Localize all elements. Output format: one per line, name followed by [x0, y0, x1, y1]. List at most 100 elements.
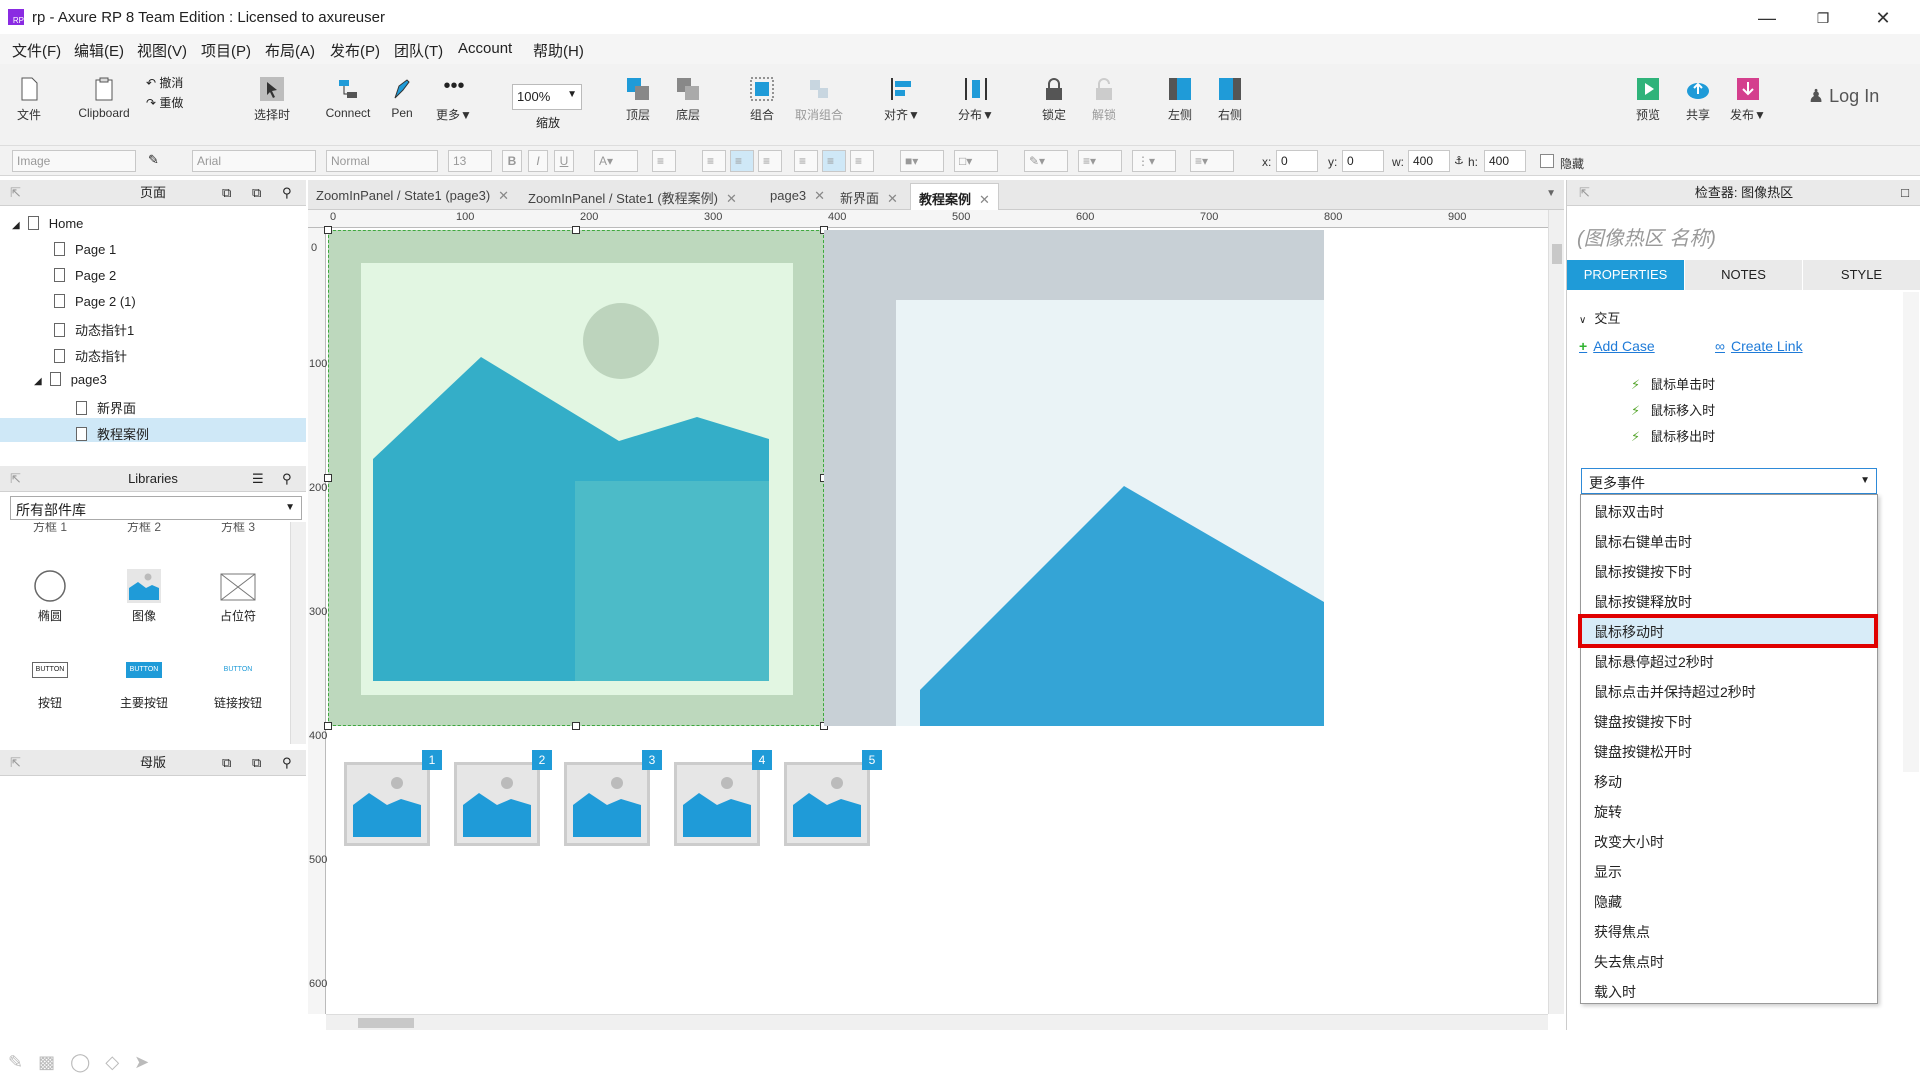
group-button[interactable]: 组合 [732, 72, 792, 142]
lasso-icon[interactable]: ◯ [70, 1052, 90, 1072]
add-case-link[interactable]: + Add Case [1579, 338, 1655, 354]
resize-handle[interactable] [324, 722, 332, 730]
dropdown-item-resize[interactable]: 改变大小时 [1594, 832, 1664, 852]
menu-project[interactable]: 项目(P) [201, 40, 251, 61]
x-input[interactable]: 0 [1276, 150, 1318, 172]
add-page-icon[interactable]: ⧉ [222, 180, 231, 206]
thumbnail-1[interactable] [344, 762, 430, 846]
event-on-mouse-out[interactable]: ⚡ 鼠标移出时 [1631, 426, 1715, 445]
tree-item-page2[interactable]: Page 2 [54, 268, 116, 283]
dropdown-item-mouse-move[interactable]: 鼠标移动时 [1594, 622, 1664, 642]
thumbnail-2[interactable] [454, 762, 540, 846]
search-icon[interactable]: ⚲ [282, 466, 292, 492]
tab-list-chevron-icon[interactable]: ▼ [1546, 188, 1556, 199]
align-left-button[interactable]: ≡ [702, 150, 726, 172]
menu-file[interactable]: 文件(F) [12, 40, 61, 61]
menu-account[interactable]: Account [458, 40, 512, 57]
tab-zoompanel-page3[interactable]: ZoomInPanel / State1 (page3) ✕ [308, 183, 517, 210]
tree-item-tutorial[interactable]: 教程案例 [76, 424, 149, 443]
tree-item-page3[interactable]: ◢ page3 [34, 372, 107, 387]
valign-middle-button[interactable]: ≡ [822, 150, 846, 172]
dropdown-item-key-down[interactable]: 键盘按键按下时 [1594, 712, 1692, 732]
connect-tool[interactable]: Connect [318, 72, 378, 142]
dropdown-item-right-click[interactable]: 鼠标右键单击时 [1594, 532, 1692, 552]
hidden-checkbox[interactable] [1540, 154, 1554, 168]
minimize-button[interactable]: — [1744, 6, 1790, 30]
resize-handle[interactable] [572, 226, 580, 234]
tree-item-new-page[interactable]: 新界面 [76, 398, 136, 417]
dropdown-item-mouse-down[interactable]: 鼠标按键按下时 [1594, 562, 1692, 582]
dropdown-item-focus[interactable]: 获得焦点 [1594, 922, 1650, 942]
more-tool[interactable]: ••• 更多▼ [424, 72, 484, 142]
expand-arrow-icon[interactable]: ◢ [12, 220, 20, 231]
add-folder-icon[interactable]: ⧉ [252, 750, 261, 776]
inspector-scrollbar[interactable] [1903, 292, 1919, 772]
font-weight-select[interactable]: Normal [326, 150, 438, 172]
tab-page3[interactable]: page3 ✕ [762, 183, 833, 210]
more-events-select[interactable]: 更多事件 ▼ [1581, 468, 1877, 494]
library-select[interactable]: 所有部件库 ▼ [10, 496, 302, 520]
dropdown-item-long-press[interactable]: 鼠标点击并保持超过2秒时 [1594, 682, 1756, 702]
valign-bottom-button[interactable]: ≡ [850, 150, 874, 172]
widget-name-field[interactable]: (图像热区 名称) [1577, 222, 1716, 251]
share-button[interactable]: 共享 [1670, 72, 1726, 142]
dropdown-item-hover-2s[interactable]: 鼠标悬停超过2秒时 [1594, 652, 1714, 672]
close-tab-icon[interactable]: ✕ [726, 191, 737, 206]
menu-layout[interactable]: 布局(A) [265, 40, 315, 61]
right-panel-toggle[interactable]: 右侧 [1200, 72, 1260, 142]
undo-button[interactable]: ↶ 撤消 [146, 74, 183, 91]
ungroup-button[interactable]: 取消组合 [786, 72, 852, 142]
tab-tutorial[interactable]: 教程案例 ✕ [910, 183, 999, 210]
shadow-button[interactable]: □▾ [954, 150, 998, 172]
pencil-icon[interactable]: ✎ [8, 1052, 23, 1072]
valign-top-button[interactable]: ≡ [794, 150, 818, 172]
note-icon[interactable]: ▩ [38, 1052, 55, 1072]
font-color-button[interactable]: A▾ [594, 150, 638, 172]
close-button[interactable]: ✕ [1860, 6, 1906, 30]
menu-icon[interactable]: ☰ [252, 466, 264, 492]
widget-ellipse[interactable]: 椭圆 [10, 568, 90, 624]
restore-button[interactable]: ❐ [1800, 6, 1846, 30]
underline-button[interactable]: U [554, 150, 574, 172]
resize-handle[interactable] [324, 226, 332, 234]
search-icon[interactable]: ⚲ [282, 750, 292, 776]
design-canvas[interactable]: 0 100 200 300 400 500 600 700 800 900 0 … [308, 210, 1564, 1030]
font-size-select[interactable]: 13 [448, 150, 492, 172]
style-select[interactable]: Image [12, 150, 136, 172]
scroll-thumb[interactable] [358, 1018, 414, 1028]
canvas-horizontal-scrollbar[interactable] [326, 1014, 1548, 1030]
arrow-style-button[interactable]: ≡▾ [1190, 150, 1234, 172]
dropdown-item-rotate[interactable]: 旋转 [1594, 802, 1622, 822]
h-input[interactable]: 400 [1484, 150, 1526, 172]
clipboard-tool[interactable]: Clipboard [72, 72, 136, 142]
line-color-button[interactable]: ✎▾ [1024, 150, 1068, 172]
tag-icon[interactable]: ◇ [105, 1052, 119, 1072]
align-center-button[interactable]: ≡ [730, 150, 754, 172]
tree-item-page1[interactable]: Page 1 [54, 242, 116, 257]
search-icon[interactable]: ⚲ [282, 180, 292, 206]
align-button[interactable]: 对齐▼ [872, 72, 932, 142]
dropdown-item-blur[interactable]: 失去焦点时 [1594, 952, 1664, 972]
dropdown-item-double-click[interactable]: 鼠标双击时 [1594, 502, 1664, 522]
login-button[interactable]: ♟ Log In [1808, 86, 1879, 107]
dropdown-item-mouse-up[interactable]: 鼠标按键释放时 [1594, 592, 1692, 612]
widget-button[interactable]: BUTTON 按钮 [10, 662, 90, 711]
tab-style[interactable]: STYLE [1803, 260, 1920, 290]
menu-publish[interactable]: 发布(P) [330, 40, 380, 61]
lock-ratio-icon[interactable]: ⚓ [1454, 154, 1464, 167]
tab-zoompanel-tutorial[interactable]: ZoomInPanel / State1 (教程案例) ✕ [520, 183, 745, 210]
unlock-button[interactable]: 解锁 [1074, 72, 1134, 142]
expand-arrow-icon[interactable]: ◢ [34, 376, 42, 387]
line-width-button[interactable]: ≡▾ [1078, 150, 1122, 172]
menu-edit[interactable]: 编辑(E) [74, 40, 124, 61]
dropdown-item-key-up[interactable]: 键盘按键松开时 [1594, 742, 1692, 762]
italic-button[interactable]: I [528, 150, 548, 172]
widget-image[interactable]: 图像 [104, 568, 184, 624]
redo-button[interactable]: ↷ 重做 [146, 94, 183, 111]
tree-item-tutorial-selected[interactable] [0, 418, 306, 442]
zoomed-image-panel[interactable] [824, 230, 1324, 726]
pen-tool[interactable]: Pen [372, 72, 432, 142]
widget-placeholder[interactable]: 占位符 [198, 568, 278, 624]
menu-team[interactable]: 团队(T) [394, 40, 443, 61]
create-link-link[interactable]: ∞ Create Link [1715, 338, 1803, 354]
